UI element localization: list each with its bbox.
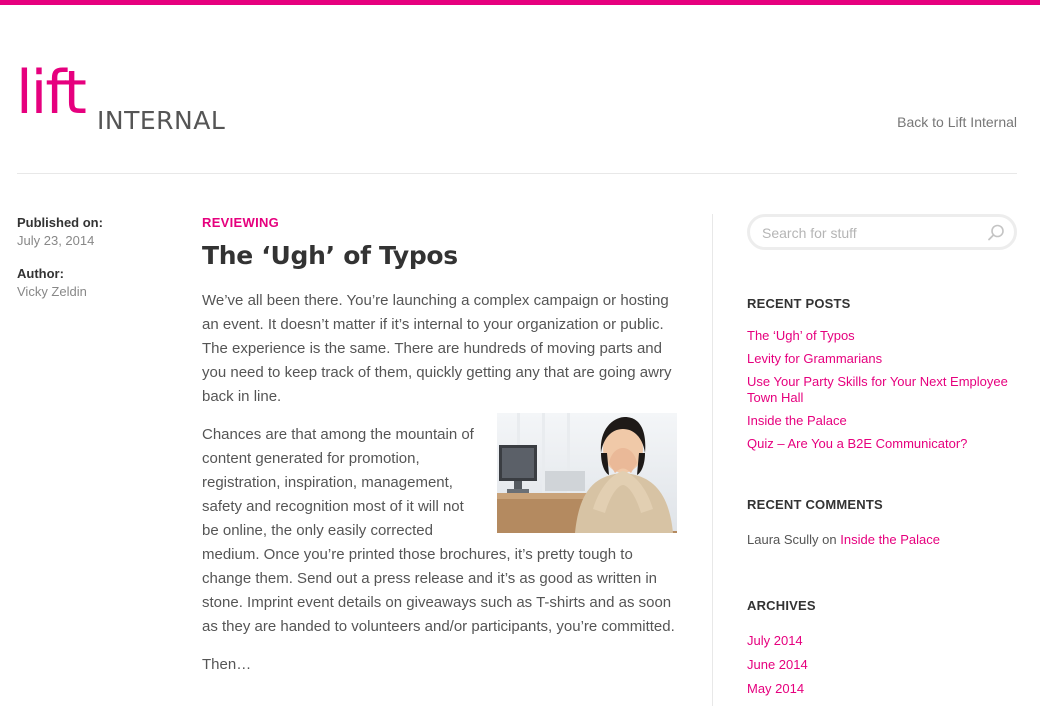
search-input[interactable] <box>762 222 982 244</box>
post-meta: Published on: July 23, 2014 Author: Vick… <box>17 214 187 316</box>
list-item: Quiz – Are You a B2E Communicator? <box>747 436 1017 452</box>
list-item: The ‘Ugh’ of Typos <box>747 328 1017 344</box>
sidebar: RECENT POSTS The ‘Ugh’ of Typos Levity f… <box>747 214 1017 696</box>
archive-link[interactable]: June 2014 <box>747 657 808 672</box>
archives-title: ARCHIVES <box>747 598 816 613</box>
published-label: Published on: <box>17 215 103 230</box>
top-accent-bar <box>0 0 1040 5</box>
list-item: Inside the Palace <box>747 413 1017 429</box>
article-body: We’ve all been there. You’re launching a… <box>202 289 677 677</box>
author-name: Vicky Zeldin <box>17 284 87 299</box>
comment-author: Laura Scully <box>747 532 819 547</box>
header-divider <box>17 173 1017 174</box>
article-paragraph: Then… <box>202 656 252 673</box>
article-paragraph: We’ve all been there. You’re launching a… <box>202 292 672 405</box>
site-logo[interactable]: lift INTERNAL <box>16 52 236 135</box>
column-divider <box>712 214 713 706</box>
list-item: Levity for Grammarians <box>747 351 1017 367</box>
recent-comments-title: RECENT COMMENTS <box>747 497 883 512</box>
comment-on-word: on <box>822 532 837 547</box>
article-title: The ‘Ugh’ of Typos <box>202 241 458 270</box>
recent-comments-widget: RECENT COMMENTS Laura Scully on Inside t… <box>747 497 1017 548</box>
recent-posts-title: RECENT POSTS <box>747 296 851 311</box>
list-item: July 2014 <box>747 633 1017 649</box>
logo-internal-text: INTERNAL <box>97 106 226 135</box>
recent-post-link[interactable]: Levity for Grammarians <box>747 351 882 366</box>
list-item: June 2014 <box>747 657 1017 673</box>
list-item: May 2014 <box>747 681 1017 697</box>
archive-link[interactable]: July 2014 <box>747 633 803 648</box>
article: REVIEWING The ‘Ugh’ of Typos We’ve all b… <box>202 214 677 677</box>
archive-link[interactable]: May 2014 <box>747 681 804 696</box>
recent-posts-widget: RECENT POSTS The ‘Ugh’ of Typos Levity f… <box>747 296 1017 459</box>
comment-post-link[interactable]: Inside the Palace <box>840 532 940 547</box>
search-icon[interactable] <box>986 223 1006 243</box>
recent-post-link[interactable]: The ‘Ugh’ of Typos <box>747 328 855 343</box>
recent-post-link[interactable]: Quiz – Are You a B2E Communicator? <box>747 436 967 451</box>
article-photo-woman-at-desk <box>497 413 677 533</box>
logo-lift-text: lift <box>16 58 87 128</box>
list-item: Use Your Party Skills for Your Next Empl… <box>747 374 1017 406</box>
recent-post-link[interactable]: Use Your Party Skills for Your Next Empl… <box>747 374 1008 405</box>
recent-post-link[interactable]: Inside the Palace <box>747 413 847 428</box>
category-link[interactable]: REVIEWING <box>202 214 279 232</box>
author-label: Author: <box>17 266 64 281</box>
archives-widget: ARCHIVES July 2014 June 2014 May 2014 <box>747 598 1017 705</box>
published-date: July 23, 2014 <box>17 233 95 248</box>
back-to-lift-internal-link[interactable]: Back to Lift Internal <box>897 114 1017 130</box>
recent-comment-item: Laura Scully on Inside the Palace <box>747 532 1017 548</box>
search-box <box>747 214 1017 250</box>
